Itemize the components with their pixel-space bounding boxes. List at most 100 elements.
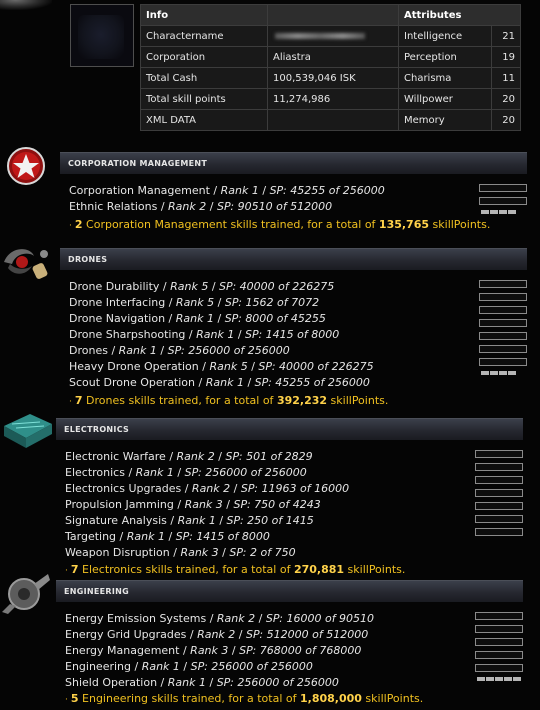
skill-rank: Rank 1 [205, 376, 244, 389]
skill-group-header: CORPORATION MANAGEMENT [60, 152, 527, 174]
skill-row: Drones / Rank 1 / SP: 256000 of 256000 [69, 344, 290, 357]
skill-rank: Rank 1 [141, 660, 180, 673]
skill-level-bars [475, 607, 523, 681]
skill-name: Ethnic Relations [69, 200, 158, 213]
skill-sp: SP: 40000 of 226275 [258, 360, 374, 373]
skill-row: Engineering / Rank 1 / SP: 256000 of 256… [65, 660, 313, 673]
skill-sp: SP: 45255 of 256000 [254, 376, 370, 389]
skill-level-bars [479, 179, 527, 214]
summary-unit: skillPoints. [365, 692, 424, 705]
skills-trained-count: 2 [74, 218, 83, 231]
skill-sp: SP: 90510 of 512000 [216, 200, 333, 213]
corporation-star-icon [7, 147, 45, 185]
info-label: Total Cash [140, 67, 268, 89]
total-skillpoints: 1,808,000 [299, 692, 362, 705]
skill-level-bar [479, 197, 527, 214]
skill-name: Drone Durability [69, 280, 160, 293]
skill-name: Corporation Management [69, 184, 210, 197]
attribute-name: Willpower [398, 88, 492, 110]
skill-sp: SP: 512000 of 512000 [246, 628, 369, 641]
skill-name: Energy Grid Upgrades [65, 628, 187, 641]
skill-level-bar [479, 345, 527, 362]
skill-level-bar [479, 358, 527, 375]
skill-row: Corporation Management / Rank 1 / SP: 45… [69, 184, 385, 197]
skill-name: Drone Navigation [69, 312, 166, 325]
character-info-table: Info Attributes Charactername Intelligen… [140, 4, 521, 131]
skill-group-title: CORPORATION MANAGEMENT [68, 159, 208, 168]
skill-sp: SP: 256000 of 256000 [167, 344, 290, 357]
skill-rank: Rank 3 [190, 644, 229, 657]
info-value: Aliastra [267, 46, 399, 68]
info-label: Charactername [140, 25, 268, 47]
skill-level-bar [475, 612, 523, 629]
info-row: Total skill points 11,274,986 Willpower … [140, 88, 521, 110]
skill-row: Heavy Drone Operation / Rank 5 / SP: 400… [69, 360, 374, 373]
skill-level-bars [475, 445, 523, 541]
skill-name: Electronic Warfare [65, 450, 166, 463]
skill-level-bar [475, 651, 523, 668]
skill-row: Energy Grid Upgrades / Rank 2 / SP: 5120… [65, 628, 369, 641]
skill-rank: Rank 1 [196, 328, 235, 341]
info-header: Info [140, 4, 268, 26]
skill-sp: SP: 2 of 750 [229, 546, 296, 559]
skill-row: Shield Operation / Rank 1 / SP: 256000 o… [65, 676, 339, 689]
info-label: Total skill points [140, 88, 268, 110]
skill-group-title: DRONES [68, 255, 108, 264]
skill-sp: SP: 1562 of 7072 [224, 296, 320, 309]
skill-row: Electronics Upgrades / Rank 2 / SP: 1196… [65, 482, 350, 495]
attribute-name: Memory [398, 109, 492, 131]
charactername-value-redacted [267, 25, 399, 47]
info-label: Corporation [140, 46, 268, 68]
skill-sp: SP: 1415 of 8000 [245, 328, 340, 341]
info-row: Charactername Intelligence 21 [140, 25, 521, 47]
skill-group-summary: · 7 Drones skills trained, for a total of… [69, 394, 388, 407]
skill-rank: Rank 3 [184, 498, 223, 511]
skill-level-bar [479, 332, 527, 349]
skill-level-bar [475, 489, 523, 506]
skill-rank: Rank 5 [170, 280, 209, 293]
skill-group-title: ELECTRONICS [64, 425, 130, 434]
skill-row: Electronics / Rank 1 / SP: 256000 of 256… [65, 466, 307, 479]
skill-rank: Rank 1 [175, 312, 214, 325]
skill-level-bar [479, 293, 527, 310]
total-skillpoints: 270,881 [293, 563, 345, 576]
info-row: XML DATA Memory 20 [140, 109, 521, 131]
summary-unit: skillPoints. [347, 563, 406, 576]
skill-name: Electronics [65, 466, 125, 479]
skill-rank: Rank 2 [176, 450, 215, 463]
skill-row: Energy Emission Systems / Rank 2 / SP: 1… [65, 612, 375, 625]
skill-list: Energy Emission Systems / Rank 2 / SP: 1… [65, 611, 374, 691]
summary-text: Drones skills trained, for a total of [86, 394, 274, 407]
skill-sp: SP: 16000 of 90510 [265, 612, 375, 625]
skill-row: Weapon Disruption / Rank 3 / SP: 2 of 75… [65, 546, 296, 559]
skill-sp: SP: 11963 of 16000 [240, 482, 350, 495]
skill-list: Drone Durability / Rank 5 / SP: 40000 of… [69, 279, 374, 391]
skill-level-bars [479, 275, 527, 375]
skill-sp: SP: 750 of 4243 [233, 498, 321, 511]
skill-group-header: ELECTRONICS [56, 418, 523, 440]
skill-name: Energy Emission Systems [65, 612, 207, 625]
skill-row: Signature Analysis / Rank 1 / SP: 250 of… [65, 514, 314, 527]
skill-sp: SP: 256000 of 256000 [216, 676, 339, 689]
skill-rank: Rank 1 [126, 530, 165, 543]
summary-text: Corporation Management skills trained, f… [86, 218, 376, 231]
skill-name: Energy Management [65, 644, 180, 657]
attribute-value: 11 [491, 67, 521, 89]
skill-level-bar [475, 528, 523, 536]
xml-data-link[interactable]: XML DATA [140, 109, 268, 131]
skill-group-title: ENGINEERING [64, 587, 130, 596]
skill-sp: SP: 40000 of 226275 [219, 280, 335, 293]
summary-unit: skillPoints. [432, 218, 491, 231]
skill-name: Drone Sharpshooting [69, 328, 186, 341]
skill-rank: Rank 5 [175, 296, 215, 309]
skill-group-summary: · 7 Electronics skills trained, for a tot… [65, 563, 405, 576]
skills-trained-count: 5 [70, 692, 79, 705]
skill-name: Shield Operation [65, 676, 158, 689]
skill-sp: SP: 8000 of 45255 [224, 312, 326, 325]
skill-sp: SP: 1415 of 8000 [175, 530, 270, 543]
skill-level-bar [475, 638, 523, 655]
skill-group-summary: · 2 Corporation Management skills trained… [69, 218, 490, 231]
skill-rank: Rank 5 [209, 360, 248, 373]
skill-row: Drone Interfacing / Rank 5 / SP: 1562 of… [69, 296, 320, 309]
skill-row: Targeting / Rank 1 / SP: 1415 of 8000 [65, 530, 270, 543]
